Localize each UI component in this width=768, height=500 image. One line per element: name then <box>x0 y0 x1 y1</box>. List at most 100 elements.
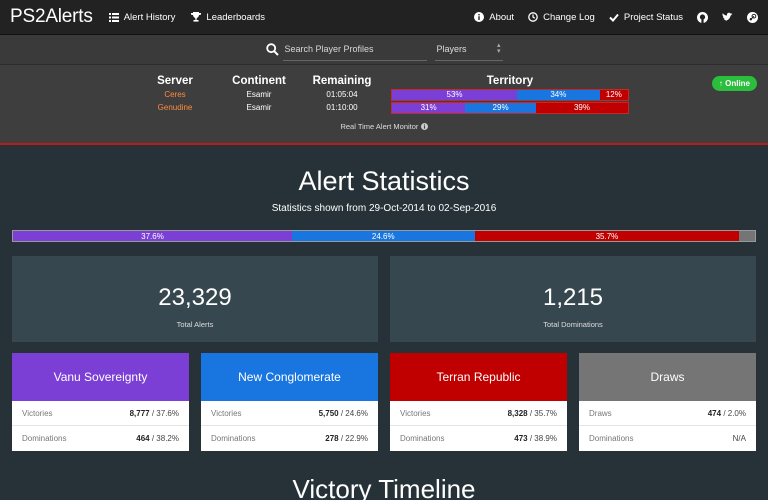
stat-label: Victories <box>211 408 242 418</box>
nav-project-status[interactable]: Project Status <box>609 12 683 23</box>
search-input[interactable] <box>282 38 427 61</box>
stat-label: Dominations <box>400 434 445 443</box>
nav-leaderboards-label: Leaderboards <box>206 11 266 23</box>
total-alerts-value: 23,329 <box>158 284 232 311</box>
faction-stat-row: Dominations N/A <box>579 426 756 451</box>
monitor-table: Server Continent Remaining Territory Cer… <box>135 73 629 114</box>
territory-bar: 53% 34% 12% <box>391 88 629 101</box>
monitor-label: Real Time Alert Monitor <box>0 122 768 131</box>
stat-value: 473 / 38.9% <box>514 434 557 443</box>
online-status-button[interactable]: ↑ Online <box>711 76 757 91</box>
stat-label: Dominations <box>589 434 634 443</box>
faction-card-vs: Vanu Sovereignty Victories 8,777 / 37.6%… <box>12 353 189 451</box>
search-type-select[interactable]: Players ▴ ▾ <box>434 39 503 61</box>
server-name[interactable]: Ceres <box>135 90 215 99</box>
search-icon <box>265 43 279 56</box>
stat-label: Dominations <box>211 434 256 443</box>
territory-vs: 31% <box>392 102 466 113</box>
nav-about-label: About <box>489 11 515 23</box>
faction-card-nc: New Conglomerate Victories 5,750 / 24.6%… <box>201 353 378 451</box>
navbar: PS2Alerts Alert History Leaderboards Abo… <box>0 0 768 35</box>
stat-value: 464 / 38.2% <box>136 434 179 443</box>
continent-name: Esamir <box>246 90 272 99</box>
faction-stat-row: Dominations 464 / 38.2% <box>12 426 189 451</box>
search-wrap: Players ▴▾ <box>265 38 503 61</box>
nav-right: About Change Log Project Status <box>460 11 758 23</box>
territory-tr: 39% <box>535 102 628 113</box>
overall-victory-bar: 37.6% 24.6% 35.7% <box>12 230 756 242</box>
stat-value: 8,777 / 37.6% <box>129 408 179 418</box>
overall-draw <box>739 231 755 241</box>
alert-monitor: Server Continent Remaining Territory Cer… <box>0 65 768 145</box>
info-icon[interactable] <box>420 123 428 130</box>
monitor-row[interactable]: Ceres Esamir 01:05:04 53% 34% 12% <box>135 88 629 101</box>
header-continent: Continent <box>232 74 286 87</box>
total-alerts-label: Total Alerts <box>176 320 214 329</box>
faction-name: Draws <box>579 353 756 401</box>
territory-nc: 34% <box>517 89 600 100</box>
header-server: Server <box>157 74 193 87</box>
territory-nc: 29% <box>465 102 536 113</box>
victory-timeline-title: Victory Timeline <box>292 474 476 500</box>
stat-value: 474 / 2.0% <box>707 408 746 418</box>
total-dominations-label: Total Dominations <box>543 320 603 329</box>
faction-stat-row: Dominations 473 / 38.9% <box>390 426 567 451</box>
territory-tr: 12% <box>599 89 628 100</box>
check-icon <box>609 13 619 22</box>
stat-label: Dominations <box>22 434 67 443</box>
info-icon <box>474 12 485 22</box>
search-bar: Players ▴▾ <box>0 35 768 65</box>
nav-github[interactable] <box>697 11 708 23</box>
github-icon <box>697 11 708 23</box>
stat-label: Draws <box>589 408 612 418</box>
clock-icon <box>528 12 538 22</box>
faction-stat-row: Victories 5,750 / 24.6% <box>201 401 378 426</box>
page-title: Alert Statistics <box>298 166 470 196</box>
total-alerts-card: 23,329 Total Alerts <box>12 256 378 342</box>
nav-change-log[interactable]: Change Log <box>528 12 595 23</box>
list-icon <box>108 12 119 22</box>
faction-stat-row: Victories 8,328 / 35.7% <box>390 401 567 426</box>
faction-stat-row: Draws 474 / 2.0% <box>579 401 756 426</box>
brand-logo[interactable]: PS2Alerts <box>10 6 93 28</box>
stat-value: 278 / 22.9% <box>325 434 368 443</box>
twitter-icon <box>722 12 733 21</box>
nav-about[interactable]: About <box>474 12 514 23</box>
monitor-label-text: Real Time Alert Monitor <box>340 122 419 131</box>
nav-twitter[interactable] <box>722 12 733 22</box>
trophy-icon <box>191 12 202 22</box>
total-dominations-card: 1,215 Total Dominations <box>390 256 756 342</box>
nav-leaderboards[interactable]: Leaderboards <box>191 12 265 23</box>
territory-bar: 31% 29% 39% <box>391 101 629 114</box>
territory-vs: 53% <box>392 89 518 100</box>
faction-card-tr: Terran Republic Victories 8,328 / 35.7% … <box>390 353 567 451</box>
online-status-label: Online <box>725 79 750 88</box>
server-name[interactable]: Genudine <box>135 103 215 112</box>
time-remaining: 01:05:04 <box>326 90 358 99</box>
nav-alert-history[interactable]: Alert History <box>108 11 176 23</box>
time-remaining: 01:10:00 <box>326 103 358 112</box>
monitor-row[interactable]: Genudine Esamir 01:10:00 31% 29% 39% <box>135 101 629 114</box>
stat-value: 8,328 / 35.7% <box>507 408 557 418</box>
overall-vs: 37.6% <box>13 231 292 241</box>
stat-value: 5,750 / 24.6% <box>318 408 368 418</box>
faction-name: Vanu Sovereignty <box>12 353 189 401</box>
overall-tr: 35.7% <box>474 231 740 241</box>
nav-steam[interactable] <box>747 11 758 23</box>
monitor-header-row: Server Continent Remaining Territory <box>135 73 629 88</box>
faction-name: New Conglomerate <box>201 353 378 401</box>
faction-stat-row: Dominations 278 / 22.9% <box>201 426 378 451</box>
total-dominations-value: 1,215 <box>542 284 604 311</box>
overall-nc: 24.6% <box>291 231 475 241</box>
stats-subtitle: Statistics shown from 29-Oct-2014 to 02-… <box>271 203 497 214</box>
stat-label: Victories <box>22 408 53 418</box>
select-arrows-icon: ▴ ▾ <box>496 42 501 55</box>
faction-name: Terran Republic <box>390 353 567 401</box>
header-territory: Territory <box>486 74 534 87</box>
faction-card-draws: Draws Draws 474 / 2.0% Dominations N/A <box>579 353 756 451</box>
nav-alert-history-label: Alert History <box>123 11 176 23</box>
steam-icon <box>747 11 758 23</box>
arrow-up-icon: ↑ <box>718 79 723 88</box>
faction-stat-row: Victories 8,777 / 37.6% <box>12 401 189 426</box>
header-remaining: Remaining <box>312 74 372 87</box>
